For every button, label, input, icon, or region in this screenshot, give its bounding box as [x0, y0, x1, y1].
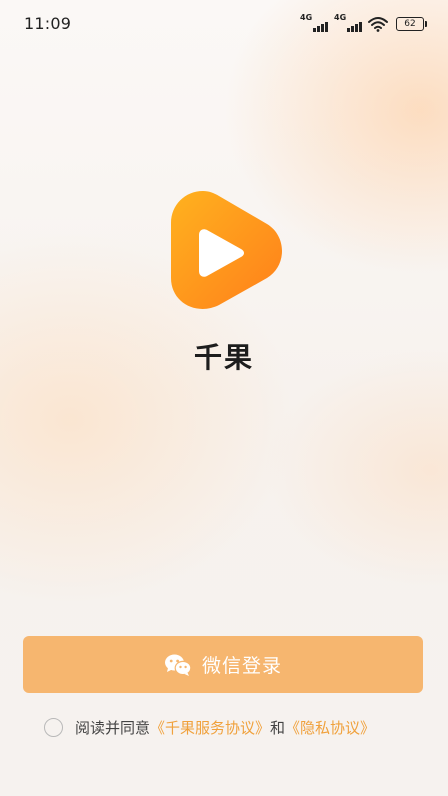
network-type-label: 4G — [300, 13, 313, 22]
status-bar: 11:09 4G 4G 62 — [0, 0, 448, 46]
status-indicators: 4G 4G 62 — [300, 13, 427, 34]
cellular-signal-icon: 4G — [300, 13, 328, 33]
battery-icon: 62 — [396, 17, 427, 31]
cellular-signal-icon-2: 4G — [334, 13, 362, 33]
agreement-row: 阅读并同意 《千果服务协议》 和 《隐私协议》 — [44, 715, 375, 739]
wechat-login-label: 微信登录 — [201, 655, 282, 677]
service-agreement-link[interactable]: 《千果服务协议》 — [150, 717, 270, 738]
wifi-icon — [368, 17, 388, 32]
agreement-prefix: 阅读并同意 — [75, 718, 151, 737]
app-logo-play-icon — [171, 191, 282, 309]
agreement-conjunction: 和 — [270, 718, 286, 737]
app-name: 千果 — [193, 341, 254, 374]
wechat-icon — [164, 654, 192, 676]
wechat-login-button[interactable]: 微信登录 — [23, 636, 423, 693]
agree-checkbox[interactable] — [44, 717, 63, 737]
status-time: 11:09 — [24, 14, 72, 33]
privacy-agreement-link[interactable]: 《隐私协议》 — [285, 717, 375, 738]
network-type-label-2: 4G — [334, 13, 347, 22]
